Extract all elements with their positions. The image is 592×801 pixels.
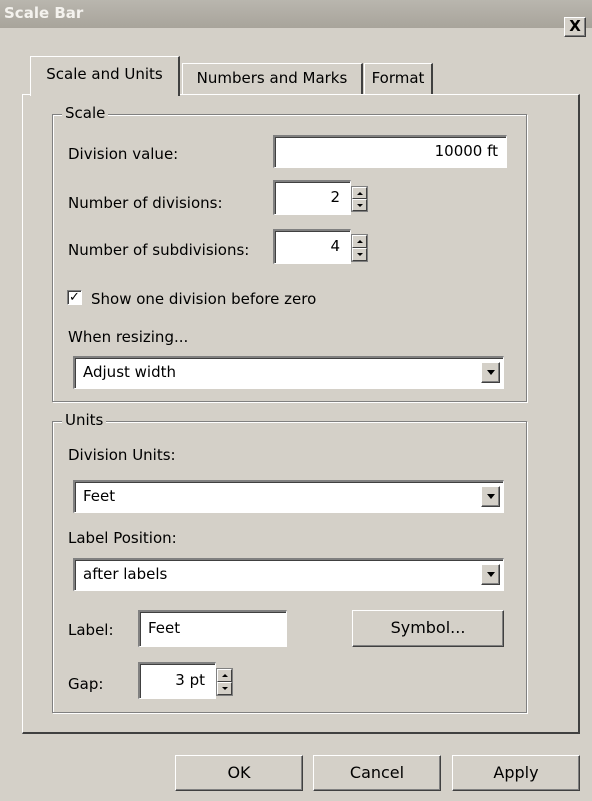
spin-up-icon [222,674,228,677]
show-one-division-label[interactable]: Show one division before zero [91,290,316,308]
tab-format[interactable]: Format [364,63,433,94]
spin-down-icon [357,253,363,256]
division-units-dropdown-button[interactable] [481,486,500,507]
symbol-button[interactable]: Symbol... [352,610,504,647]
tab-scale-and-units[interactable]: Scale and Units [30,56,180,96]
num-divisions-input[interactable]: 2 [273,180,351,215]
when-resizing-label: When resizing... [68,328,189,346]
spin-up-icon [357,192,363,195]
spin-down-button[interactable] [352,248,367,261]
tab-label: Scale and Units [46,65,163,83]
chevron-down-icon [487,370,495,375]
show-one-division-checkbox[interactable]: ✓ [67,290,82,305]
tab-label: Format [371,69,425,87]
label-position-dropdown-button[interactable] [481,564,500,585]
division-units-select[interactable]: Feet [73,480,504,513]
close-icon: X [569,17,581,35]
spin-up-button[interactable] [352,187,367,199]
division-units-label: Division Units: [68,446,176,464]
chevron-down-icon [487,494,495,499]
num-subdivisions-label: Number of subdivisions: [68,241,250,259]
spin-up-icon [357,240,363,243]
apply-button[interactable]: Apply [452,755,580,791]
gap-input[interactable]: 3 pt [138,662,216,699]
cancel-button[interactable]: Cancel [313,755,441,791]
num-subdivisions-input[interactable]: 4 [273,229,351,264]
spin-up-button[interactable] [352,235,367,248]
label-text-input[interactable]: Feet [138,610,287,647]
division-value-label: Division value: [68,145,179,163]
when-resizing-value: Adjust width [83,363,177,381]
gap-label: Gap: [68,675,104,693]
spin-up-button[interactable] [217,669,232,682]
tab-label: Numbers and Marks [196,69,348,87]
spin-down-button[interactable] [217,682,232,695]
ok-button[interactable]: OK [175,755,303,791]
spin-down-button[interactable] [352,199,367,211]
units-group-title: Units [62,411,107,429]
label-position-select[interactable]: after labels [73,558,504,591]
spin-down-icon [222,687,228,690]
label-position-value: after labels [83,565,168,583]
division-units-value: Feet [83,487,116,505]
num-divisions-label: Number of divisions: [68,194,223,212]
scale-group-title: Scale [62,104,109,122]
close-button[interactable]: X [564,17,586,37]
chevron-down-icon [487,572,495,577]
label-text-label: Label: [68,621,114,639]
when-resizing-dropdown-button[interactable] [481,362,500,383]
window-title: Scale Bar [4,4,84,22]
tab-numbers-and-marks[interactable]: Numbers and Marks [182,63,363,94]
division-value-input[interactable]: 10000 ft [273,135,507,168]
when-resizing-select[interactable]: Adjust width [73,356,504,389]
label-position-label: Label Position: [68,529,177,547]
num-divisions-spinner[interactable] [351,186,368,212]
spin-down-icon [357,204,363,207]
gap-spinner[interactable] [216,668,233,696]
num-subdivisions-spinner[interactable] [351,234,368,262]
title-bar [0,0,592,28]
